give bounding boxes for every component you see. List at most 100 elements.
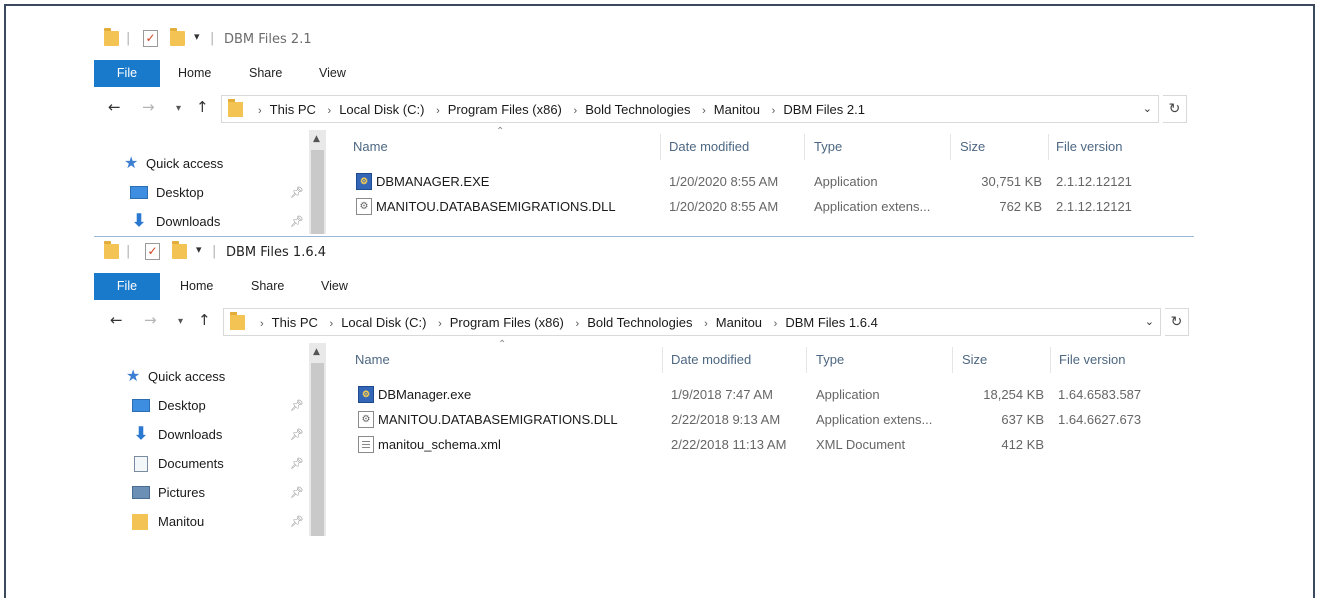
breadcrumb-item[interactable]: Program Files (x86) bbox=[448, 102, 562, 117]
column-divider[interactable] bbox=[950, 134, 951, 160]
tab-view[interactable]: View bbox=[319, 60, 346, 87]
file-row[interactable]: ⚙ DBMANAGER.EXE 1/20/2020 8:55 AM Applic… bbox=[326, 169, 1194, 194]
column-divider[interactable] bbox=[1050, 347, 1051, 373]
breadcrumb-item[interactable]: Bold Technologies bbox=[587, 315, 692, 330]
pin-icon[interactable]: 📌︎ bbox=[290, 511, 304, 533]
recent-locations-icon[interactable]: ▾ bbox=[176, 103, 181, 114]
sidebar-item-pictures[interactable]: Pictures 📌︎ bbox=[132, 482, 346, 504]
breadcrumb-item[interactable]: Local Disk (C:) bbox=[341, 315, 426, 330]
sidebar-item-desktop[interactable]: Desktop 📌︎ bbox=[132, 395, 346, 417]
sidebar-item-manitou[interactable]: Manitou 📌︎ bbox=[132, 511, 346, 533]
sidebar-item-desktop[interactable]: Desktop 📌︎ bbox=[130, 182, 344, 204]
column-divider[interactable] bbox=[1048, 134, 1049, 160]
tab-home[interactable]: Home bbox=[178, 60, 211, 87]
new-folder-icon[interactable] bbox=[170, 28, 185, 46]
address-bar[interactable]: › This PC › Local Disk (C:) › Program Files… bbox=[223, 308, 1161, 336]
tab-file[interactable]: File bbox=[94, 60, 160, 87]
file-type: Application bbox=[814, 174, 878, 189]
tab-share[interactable]: Share bbox=[249, 60, 282, 87]
download-icon: ⬇ bbox=[133, 424, 149, 443]
file-version: 2.1.12.12121 bbox=[1056, 199, 1132, 214]
breadcrumb: › This PC › Local Disk (C:) › Program Files… bbox=[250, 102, 865, 117]
column-divider[interactable] bbox=[806, 347, 807, 373]
back-icon[interactable]: ← bbox=[110, 311, 123, 329]
explorer-window-dbm-1-6-4: | ✓ ▾ | DBM Files 1.6.4 File Home Share … bbox=[94, 236, 1194, 536]
sidebar-item-downloads[interactable]: ⬇ Downloads 📌︎ bbox=[130, 211, 344, 233]
chevron-right-icon: › bbox=[771, 105, 776, 117]
desktop-icon bbox=[132, 399, 150, 412]
column-header-version[interactable]: File version bbox=[1056, 132, 1122, 162]
pin-icon[interactable]: 📌︎ bbox=[290, 424, 304, 446]
breadcrumb-item[interactable]: Manitou bbox=[714, 102, 760, 117]
column-header-type[interactable]: Type bbox=[816, 345, 844, 375]
forward-icon[interactable]: → bbox=[142, 98, 155, 116]
title-bar: | ✓ ▾ | DBM Files 2.1 bbox=[94, 24, 1194, 54]
breadcrumb-item[interactable]: This PC bbox=[272, 315, 318, 330]
file-row[interactable]: ⚙ DBManager.exe 1/9/2018 7:47 AM Applica… bbox=[328, 382, 1194, 407]
sidebar-item-label: Downloads bbox=[156, 214, 221, 229]
address-bar[interactable]: › This PC › Local Disk (C:) › Program Files… bbox=[221, 95, 1159, 123]
column-divider[interactable] bbox=[660, 134, 661, 160]
new-folder-icon[interactable] bbox=[172, 241, 187, 259]
breadcrumb-item[interactable]: Bold Technologies bbox=[585, 102, 690, 117]
breadcrumb-item[interactable]: DBM Files 1.6.4 bbox=[785, 315, 877, 330]
dll-icon: ⚙ bbox=[356, 198, 372, 215]
screenshot-frame: | ✓ ▾ | DBM Files 2.1 File Home Share Vi… bbox=[4, 4, 1315, 598]
column-divider[interactable] bbox=[952, 347, 953, 373]
tab-view[interactable]: View bbox=[321, 273, 348, 300]
column-header-name[interactable]: Name bbox=[353, 132, 388, 162]
sidebar-item-label: Manitou bbox=[158, 514, 205, 529]
back-icon[interactable]: ← bbox=[108, 98, 121, 116]
chevron-down-icon[interactable]: ⌄ bbox=[1143, 102, 1152, 115]
scroll-up-icon[interactable]: ▲ bbox=[313, 347, 320, 357]
breadcrumb-item[interactable]: Manitou bbox=[716, 315, 762, 330]
column-header-size[interactable]: Size bbox=[960, 132, 985, 162]
refresh-icon[interactable]: ↻ bbox=[1163, 95, 1187, 123]
properties-icon[interactable]: ✓ bbox=[143, 30, 158, 47]
file-row[interactable]: manitou_schema.xml 2/22/2018 11:13 AM XM… bbox=[328, 432, 1194, 457]
pin-icon[interactable]: 📌︎ bbox=[290, 453, 304, 475]
column-header-version[interactable]: File version bbox=[1059, 345, 1125, 375]
forward-icon[interactable]: → bbox=[144, 311, 157, 329]
column-header-size[interactable]: Size bbox=[962, 345, 987, 375]
up-icon[interactable]: ↑ bbox=[198, 311, 211, 329]
recent-locations-icon[interactable]: ▾ bbox=[178, 316, 183, 327]
breadcrumb-item[interactable]: This PC bbox=[270, 102, 316, 117]
file-size: 762 KB bbox=[999, 199, 1042, 214]
title-bar: | ✓ ▾ | DBM Files 1.6.4 bbox=[94, 237, 1194, 267]
sidebar-item-downloads[interactable]: ⬇ Downloads 📌︎ bbox=[132, 424, 346, 446]
tab-file[interactable]: File bbox=[94, 273, 160, 300]
breadcrumb-item[interactable]: Local Disk (C:) bbox=[339, 102, 424, 117]
sidebar-item-documents[interactable]: Documents 📌︎ bbox=[132, 453, 346, 475]
window-title: DBM Files 2.1 bbox=[224, 32, 312, 47]
customize-quick-access-icon[interactable]: ▾ bbox=[196, 243, 202, 256]
sidebar-item-label: Desktop bbox=[156, 185, 204, 200]
ribbon-tabs: File Home Share View bbox=[94, 60, 1194, 87]
up-icon[interactable]: ↑ bbox=[196, 98, 209, 116]
file-name: DBMANAGER.EXE bbox=[376, 174, 490, 189]
column-header-date[interactable]: Date modified bbox=[671, 345, 751, 375]
refresh-icon[interactable]: ↻ bbox=[1165, 308, 1189, 336]
customize-quick-access-icon[interactable]: ▾ bbox=[194, 30, 200, 43]
breadcrumb-item[interactable]: Program Files (x86) bbox=[450, 315, 564, 330]
properties-icon[interactable]: ✓ bbox=[145, 243, 160, 260]
column-divider[interactable] bbox=[804, 134, 805, 160]
chevron-down-icon[interactable]: ⌄ bbox=[1145, 315, 1154, 328]
file-version: 2.1.12.12121 bbox=[1056, 174, 1132, 189]
column-divider[interactable] bbox=[662, 347, 663, 373]
column-header-name[interactable]: Name bbox=[355, 345, 390, 375]
pin-icon[interactable]: 📌︎ bbox=[290, 395, 304, 417]
tab-home[interactable]: Home bbox=[180, 273, 213, 300]
pin-icon[interactable]: 📌︎ bbox=[290, 211, 304, 233]
file-row[interactable]: ⚙ MANITOU.DATABASEMIGRATIONS.DLL 2/22/20… bbox=[328, 407, 1194, 432]
download-icon: ⬇ bbox=[131, 211, 147, 230]
pin-icon[interactable]: 📌︎ bbox=[290, 482, 304, 504]
file-row[interactable]: ⚙ MANITOU.DATABASEMIGRATIONS.DLL 1/20/20… bbox=[326, 194, 1194, 219]
column-header-type[interactable]: Type bbox=[814, 132, 842, 162]
tab-share[interactable]: Share bbox=[251, 273, 284, 300]
pin-icon[interactable]: 📌︎ bbox=[290, 182, 304, 204]
breadcrumb-item[interactable]: DBM Files 2.1 bbox=[783, 102, 865, 117]
column-header-date[interactable]: Date modified bbox=[669, 132, 749, 162]
scroll-up-icon[interactable]: ▲ bbox=[313, 134, 320, 144]
sidebar-item-label: Pictures bbox=[158, 485, 205, 500]
